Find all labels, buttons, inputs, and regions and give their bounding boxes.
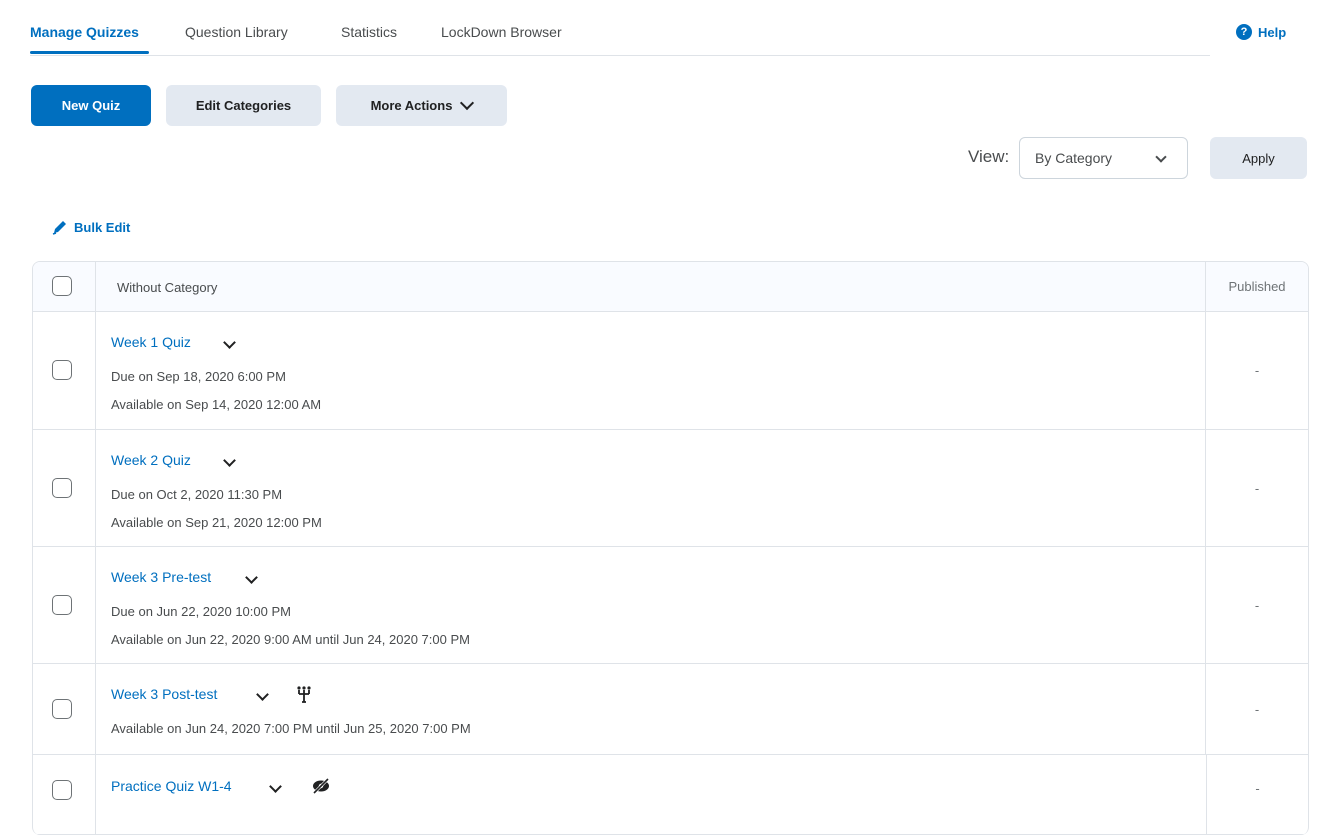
edit-categories-button[interactable]: Edit Categories — [166, 85, 321, 126]
chevron-down-icon[interactable] — [269, 780, 282, 793]
table-row: Practice Quiz W1-4 - — [33, 755, 1308, 835]
published-status: - — [1205, 430, 1308, 546]
row-checkbox[interactable] — [52, 478, 72, 498]
available-date: Available on Sep 21, 2020 12:00 PM — [111, 515, 322, 530]
available-date: Available on Jun 22, 2020 9:00 AM until … — [111, 632, 470, 647]
row-checkbox[interactable] — [52, 360, 72, 380]
more-actions-button[interactable]: More Actions — [336, 85, 507, 126]
row-checkbox[interactable] — [52, 595, 72, 615]
quiz-title-link[interactable]: Practice Quiz W1-4 — [111, 778, 232, 794]
available-date: Available on Sep 14, 2020 12:00 AM — [111, 397, 322, 412]
quiz-title-link[interactable]: Week 3 Pre-test — [111, 569, 211, 585]
apply-button[interactable]: Apply — [1210, 137, 1307, 179]
due-date: Due on Oct 2, 2020 11:30 PM — [111, 487, 283, 502]
table-row: Week 2 Quiz Due on Oct 2, 2020 11:30 PM … — [33, 430, 1308, 547]
category-header: Without Category — [117, 280, 218, 295]
published-status: - — [1205, 664, 1308, 754]
new-quiz-button[interactable]: New Quiz — [31, 85, 151, 126]
more-actions-label: More Actions — [370, 98, 453, 113]
help-label: Help — [1258, 24, 1287, 40]
table-row: Week 1 Quiz Due on Sep 18, 2020 6:00 PM … — [33, 312, 1308, 430]
available-date: Available on Jun 24, 2020 7:00 PM until … — [111, 721, 471, 736]
hidden-icon — [312, 777, 330, 795]
view-label: View: — [968, 147, 1010, 166]
chevron-down-icon[interactable] — [223, 336, 236, 349]
tab-question-library[interactable]: Question Library — [185, 24, 288, 40]
bulk-edit-link[interactable]: Bulk Edit — [52, 219, 130, 235]
published-status: - — [1205, 312, 1308, 429]
due-date: Due on Jun 22, 2020 10:00 PM — [111, 604, 291, 619]
chevron-down-icon[interactable] — [223, 454, 236, 467]
chevron-down-icon[interactable] — [245, 571, 258, 584]
row-checkbox[interactable] — [52, 780, 72, 800]
quiz-title-link[interactable]: Week 3 Post-test — [111, 686, 217, 702]
row-checkbox[interactable] — [52, 699, 72, 719]
table-header-row: Without Category Published — [33, 262, 1308, 312]
chevron-down-icon[interactable] — [256, 688, 269, 701]
new-quiz-label: New Quiz — [61, 98, 121, 113]
tab-bar: Manage Quizzes Question Library Statisti… — [30, 0, 1210, 56]
published-status: - — [1205, 547, 1308, 663]
tab-statistics[interactable]: Statistics — [341, 24, 397, 40]
edit-categories-label: Edit Categories — [195, 98, 292, 113]
chevron-down-icon — [1155, 151, 1167, 163]
table-row: Week 3 Pre-test Due on Jun 22, 2020 10:0… — [33, 547, 1308, 664]
help-link[interactable]: ? Help — [1236, 24, 1286, 40]
published-header: Published — [1205, 262, 1308, 311]
view-select[interactable]: By Category — [1019, 137, 1188, 179]
apply-label: Apply — [1242, 150, 1275, 166]
release-conditions-icon — [297, 686, 311, 703]
due-date: Due on Sep 18, 2020 6:00 PM — [111, 369, 286, 384]
published-status: - — [1206, 755, 1308, 834]
active-tab-indicator — [30, 51, 149, 54]
tab-manage-quizzes[interactable]: Manage Quizzes — [30, 24, 139, 40]
select-all-checkbox[interactable] — [52, 276, 72, 296]
table-row: Week 3 Post-test Available on Jun 24, 20… — [33, 664, 1308, 755]
pencil-icon — [52, 221, 66, 235]
quiz-title-link[interactable]: Week 1 Quiz — [111, 334, 191, 350]
help-icon: ? — [1236, 24, 1252, 40]
quiz-table: Without Category Published Week 1 Quiz D… — [32, 261, 1309, 835]
tab-lockdown-browser[interactable]: LockDown Browser — [441, 24, 562, 40]
quiz-title-link[interactable]: Week 2 Quiz — [111, 452, 191, 468]
bulk-edit-label: Bulk Edit — [74, 219, 131, 235]
chevron-down-icon — [460, 95, 475, 111]
view-selected-value: By Category — [1035, 150, 1113, 166]
